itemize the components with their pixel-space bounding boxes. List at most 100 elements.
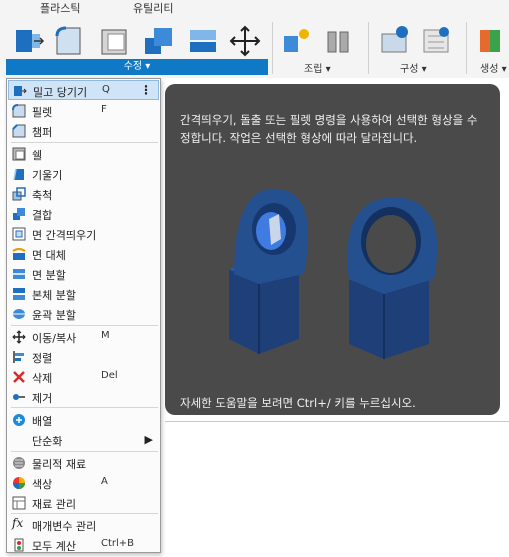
as-built-joint-tool-icon[interactable] [322, 24, 356, 58]
menu-item-appearance[interactable]: 색상 A [8, 473, 159, 493]
shell-tool-icon[interactable] [98, 24, 132, 58]
menu-item-label: 결합 [32, 209, 53, 222]
menu-separator [11, 325, 158, 326]
menu-item-label: 재료 관리 [32, 498, 76, 511]
tooltip-preview-image [229, 188, 438, 359]
menu-item-label: 매개변수 관리 [32, 520, 97, 533]
menu-item-align[interactable]: 정렬 [8, 347, 159, 367]
menu-item-label: 기울기 [32, 169, 63, 182]
draft-icon [13, 168, 24, 181]
menu-item-shortcut: Del [101, 370, 118, 381]
menu-item-label: 챔퍼 [32, 126, 53, 139]
menu-item-split-body[interactable]: 본체 분할 [8, 284, 159, 304]
menu-item-label: 색상 [32, 478, 53, 491]
menu-item-replace-face[interactable]: 면 대체 [8, 244, 159, 264]
menu-item-remove[interactable]: 제거 [8, 387, 159, 407]
menu-item-shell[interactable]: 쉘 [8, 144, 159, 164]
combine-icon [13, 208, 25, 220]
menu-item-silhouette-split[interactable]: 윤곽 분할 [8, 304, 159, 324]
offset-face-icon [12, 227, 26, 241]
menu-item-label: 배열 [32, 415, 53, 428]
menu-item-shortcut: Q [102, 84, 110, 95]
appearance-icon [13, 477, 25, 489]
pattern-icon [13, 414, 25, 426]
fx-parameters-icon: fx [12, 516, 24, 530]
menu-item-physical-material[interactable]: 물리적 재료 [8, 453, 159, 473]
offset-plane-tool-icon[interactable] [378, 24, 412, 58]
more-options-icon[interactable]: ⋮ [140, 83, 152, 97]
menu-item-label: 윤곽 분할 [32, 309, 76, 322]
split-face-icon [13, 269, 25, 279]
menu-item-shortcut: M [101, 330, 110, 341]
compute-all-icon [14, 538, 24, 552]
submenu-arrow-icon: ▶ [144, 433, 153, 446]
menu-item-change-parameters[interactable]: fx 매개변수 관리 [8, 515, 159, 535]
menu-item-label: 제거 [32, 392, 53, 405]
menu-item-label: 삭제 [32, 372, 53, 385]
preview-part-left [229, 188, 309, 354]
menu-item-pattern[interactable]: 배열 [8, 410, 159, 430]
inspect-group-button[interactable]: 생성 ▾ [480, 60, 507, 75]
modify-dropdown-menu: 밀고 당기기 Q ⋮ 필렛 F 챔퍼 쉘 기울기 축척 결합 면 간격띄우기 면… [6, 78, 161, 553]
menu-item-offset-face[interactable]: 면 간격띄우기 [8, 224, 159, 244]
menu-item-delete[interactable]: 삭제 Del [8, 367, 159, 387]
silhouette-split-icon [13, 309, 25, 319]
tab-utility[interactable]: 유틸리티 [133, 0, 173, 16]
manage-materials-icon [12, 496, 26, 510]
modify-group-button[interactable]: 수정 ▾ [6, 59, 268, 75]
inspect-tool-icon[interactable] [476, 24, 509, 58]
menu-item-label: 밀고 당기기 [33, 86, 88, 99]
menu-item-combine[interactable]: 결합 [8, 204, 159, 224]
joint-tool-icon[interactable] [280, 24, 314, 58]
menu-item-shortcut: F [101, 104, 107, 115]
split-body-icon [13, 288, 25, 300]
menu-item-label: 모두 계산 [32, 540, 76, 553]
menu-item-label: 축척 [32, 189, 53, 202]
origin-axis-line [165, 421, 509, 422]
menu-item-label: 물리적 재료 [32, 458, 87, 471]
menu-separator [11, 451, 158, 452]
menu-item-simplify[interactable]: 단순화 ▶ [8, 430, 159, 450]
menu-item-chamfer[interactable]: 챔퍼 [8, 121, 159, 141]
push-pull-icon [14, 86, 27, 96]
menu-item-label: 정렬 [32, 352, 53, 365]
toolbar: 플라스틱 유틸리티 수정 ▾ 조립 ▾ 구성 ▾ 생성 ▾ [0, 0, 509, 79]
menu-item-manage-materials[interactable]: 재료 관리 [8, 493, 159, 513]
offset-face-tool-icon[interactable] [186, 24, 220, 58]
menu-item-label: 본체 분할 [32, 289, 76, 302]
tooltip-panel: 간격띄우기, 돌출 또는 필렛 명령을 사용하여 선택한 형상을 수정합니다. … [165, 84, 500, 415]
preview-part-right [347, 197, 438, 359]
plane-at-angle-tool-icon[interactable] [420, 24, 454, 58]
remove-icon [13, 394, 25, 400]
toolbar-divider [368, 22, 369, 74]
menu-item-split-face[interactable]: 면 분할 [8, 264, 159, 284]
tab-plastic[interactable]: 플라스틱 [40, 0, 80, 16]
menu-item-shortcut: A [101, 476, 108, 487]
menu-item-label: 이동/복사 [32, 332, 77, 345]
menu-separator [11, 407, 158, 408]
menu-separator [11, 142, 158, 143]
menu-item-label: 필렛 [32, 106, 53, 119]
menu-item-label: 쉘 [32, 149, 43, 162]
align-icon [13, 351, 24, 363]
menu-item-scale[interactable]: 축척 [8, 184, 159, 204]
combine-tool-icon[interactable] [142, 24, 176, 58]
chamfer-icon [12, 124, 26, 138]
move-tool-icon[interactable] [228, 24, 262, 58]
menu-item-fillet[interactable]: 필렛 F [8, 101, 159, 121]
menu-item-compute-all[interactable]: 모두 계산 Ctrl+B [8, 535, 159, 555]
menu-item-label: 면 대체 [32, 249, 66, 262]
fillet-tool-icon[interactable] [52, 24, 86, 58]
menu-item-label: 면 분할 [32, 269, 66, 282]
toolbar-divider [272, 22, 273, 74]
menu-item-draft[interactable]: 기울기 [8, 164, 159, 184]
physical-material-icon [13, 457, 25, 469]
menu-item-move-copy[interactable]: 이동/복사 M [8, 327, 159, 347]
scale-icon [12, 187, 26, 201]
assemble-group-button[interactable]: 조립 ▾ [304, 60, 331, 75]
tooltip-help-hint: 자세한 도움말을 보려면 Ctrl+/ 키를 누르십시오. [180, 396, 416, 410]
menu-item-push-pull[interactable]: 밀고 당기기 Q ⋮ [8, 80, 159, 100]
tooltip-description: 간격띄우기, 돌출 또는 필렛 명령을 사용하여 선택한 형상을 수정합니다. … [180, 113, 478, 145]
push-pull-tool-icon[interactable] [12, 24, 46, 58]
construct-group-button[interactable]: 구성 ▾ [400, 60, 427, 75]
